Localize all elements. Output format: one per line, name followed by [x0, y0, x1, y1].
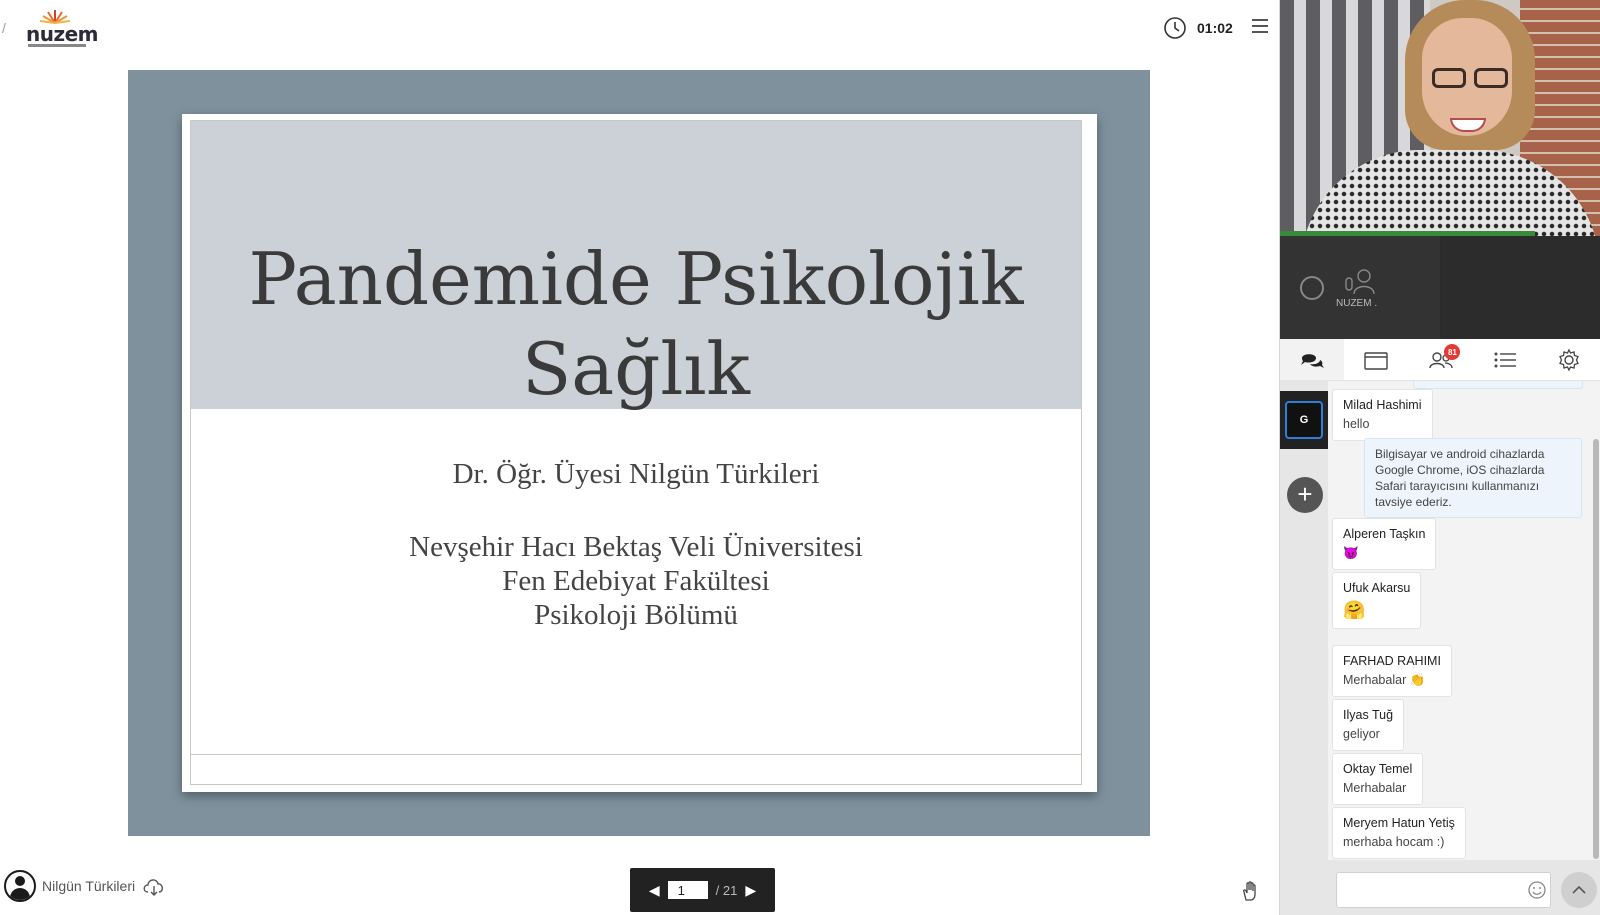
slide-affiliation: Nevşehir Hacı Bektaş Veli Üniversitesi F… — [190, 530, 1082, 632]
message-author: Oktay Temel — [1343, 762, 1413, 776]
affiliation-line: Psikoloji Bölümü — [534, 599, 738, 631]
participant-tile[interactable]: NUZEM . — [1280, 236, 1440, 339]
message-text: Merhabalar — [1343, 781, 1407, 795]
tab-files[interactable] — [1344, 339, 1408, 380]
emoji-icon[interactable] — [1527, 880, 1547, 900]
slide-title-line: Sağlık — [521, 327, 751, 411]
chat-rooms: G + — [1280, 381, 1328, 915]
camera-icon — [1300, 276, 1324, 300]
chat-messages: Milad Hashimi hello Bilgisayar ve androi… — [1328, 381, 1600, 860]
message-text: merhaba hocam :) — [1343, 835, 1445, 849]
slide-title-line: Pandemide Psikolojik — [248, 237, 1024, 321]
message-text: Merhabalar 👏 — [1343, 673, 1426, 687]
presentation-slide: Pandemide Psikolojik Sağlık Dr. Öğr. Üye… — [128, 70, 1150, 836]
settings-icon — [1559, 348, 1579, 371]
video-person — [1428, 68, 1512, 90]
chat-scrollbar[interactable] — [1593, 439, 1599, 859]
send-button[interactable] — [1561, 872, 1597, 908]
chat-message: Ilyas Tuğ geliyor — [1332, 699, 1405, 751]
nuzem-logo: nuzem — [24, 8, 99, 48]
app: / nuzem 01:02 Pandemide Psikolojik Sağlı… — [0, 0, 1600, 915]
slide-author: Dr. Öğr. Üyesi Nilgün Türkileri — [452, 458, 820, 490]
message-author: Milad Hashimi — [1343, 398, 1422, 412]
presenter-info: Nilgün Türkileri — [4, 870, 167, 902]
user-icon — [4, 870, 36, 902]
message-author: FARHAD RAHIMI — [1343, 654, 1441, 668]
participants-count-badge: 81 — [1444, 344, 1461, 360]
presenter-name: Nilgün Türkileri — [42, 878, 136, 894]
anonymous-user-icon — [1345, 269, 1375, 295]
next-slide-button[interactable]: ▶ — [745, 882, 756, 899]
room-letter: G — [1285, 401, 1323, 439]
affiliation-line: Fen Edebiyat Fakültesi — [502, 565, 770, 597]
logo-tagline — [28, 44, 86, 47]
chat-message: Ufuk Akarsu 🤗 — [1332, 572, 1422, 629]
prev-slide-button[interactable]: ◀ — [649, 882, 660, 899]
raise-hand-icon[interactable] — [1240, 880, 1260, 902]
clock-icon — [1164, 17, 1186, 39]
message-text: 🤗 — [1343, 600, 1366, 620]
slide-title: Pandemide Psikolojik Sağlık — [190, 234, 1082, 414]
message-text: hello — [1343, 417, 1370, 431]
folder-icon — [1364, 351, 1388, 370]
chevron-up-icon — [1572, 885, 1586, 894]
timer-text: 01:02 — [1197, 20, 1233, 36]
participant-name: NUZEM . — [1336, 298, 1378, 309]
side-panel: NUZEM . 81 G + Milad Hashimi hello Bilgi… — [1279, 0, 1600, 915]
corner-mark: / — [2, 20, 6, 36]
tab-participants[interactable]: 81 — [1408, 339, 1472, 380]
logo-text: nuzem — [26, 22, 99, 46]
message-text: 😈 — [1343, 546, 1359, 560]
slide-footer-line — [190, 754, 1082, 755]
chat-message: Oktay Temel Merhabalar — [1332, 753, 1424, 805]
slide-border — [190, 120, 1082, 785]
previous-message — [1413, 381, 1583, 389]
stage: / nuzem 01:02 Pandemide Psikolojik Sağlı… — [0, 0, 1279, 915]
list-icon — [1494, 352, 1516, 367]
slide-pager: ◀ / 21 ▶ — [630, 868, 775, 912]
chat-composer — [1328, 860, 1600, 915]
tab-chat[interactable] — [1280, 339, 1345, 380]
secondary-video: NUZEM . — [1280, 236, 1600, 339]
chat-message: FARHAD RAHIMI Merhabalar 👏 — [1332, 645, 1452, 697]
side-tabs: 81 — [1280, 339, 1600, 381]
system-message: Bilgisayar ve android cihazlarda Google … — [1364, 438, 1582, 518]
room-general[interactable]: G — [1280, 391, 1328, 449]
message-author: Meryem Hatun Yetiş — [1343, 816, 1455, 830]
message-author: Ufuk Akarsu — [1343, 581, 1411, 595]
message-text: geliyor — [1343, 727, 1380, 741]
message-author: Alperen Taşkın — [1343, 527, 1426, 541]
chat-icon — [1301, 353, 1325, 368]
chat-input[interactable] — [1336, 872, 1551, 908]
cloud-icon[interactable] — [141, 875, 167, 897]
menu-icon[interactable] — [1252, 19, 1268, 35]
presenter-video — [1280, 0, 1600, 236]
tab-settings[interactable] — [1537, 339, 1600, 380]
affiliation-line: Nevşehir Hacı Bektaş Veli Üniversitesi — [409, 531, 863, 563]
page-total: / 21 — [715, 882, 738, 898]
chat-message: Meryem Hatun Yetiş merhaba hocam :) — [1332, 807, 1466, 859]
add-room-button[interactable]: + — [1287, 477, 1323, 513]
slide-page: Pandemide Psikolojik Sağlık Dr. Öğr. Üye… — [182, 114, 1097, 792]
session-timer: 01:02 — [1163, 16, 1233, 40]
message-author: Ilyas Tuğ — [1343, 708, 1394, 722]
page-number-input[interactable] — [667, 881, 708, 899]
tab-list[interactable] — [1473, 339, 1537, 380]
empty-tile — [1441, 236, 1600, 339]
chat-message: Milad Hashimi hello — [1332, 389, 1433, 441]
chat-message: Alperen Taşkın 😈 — [1332, 518, 1437, 570]
